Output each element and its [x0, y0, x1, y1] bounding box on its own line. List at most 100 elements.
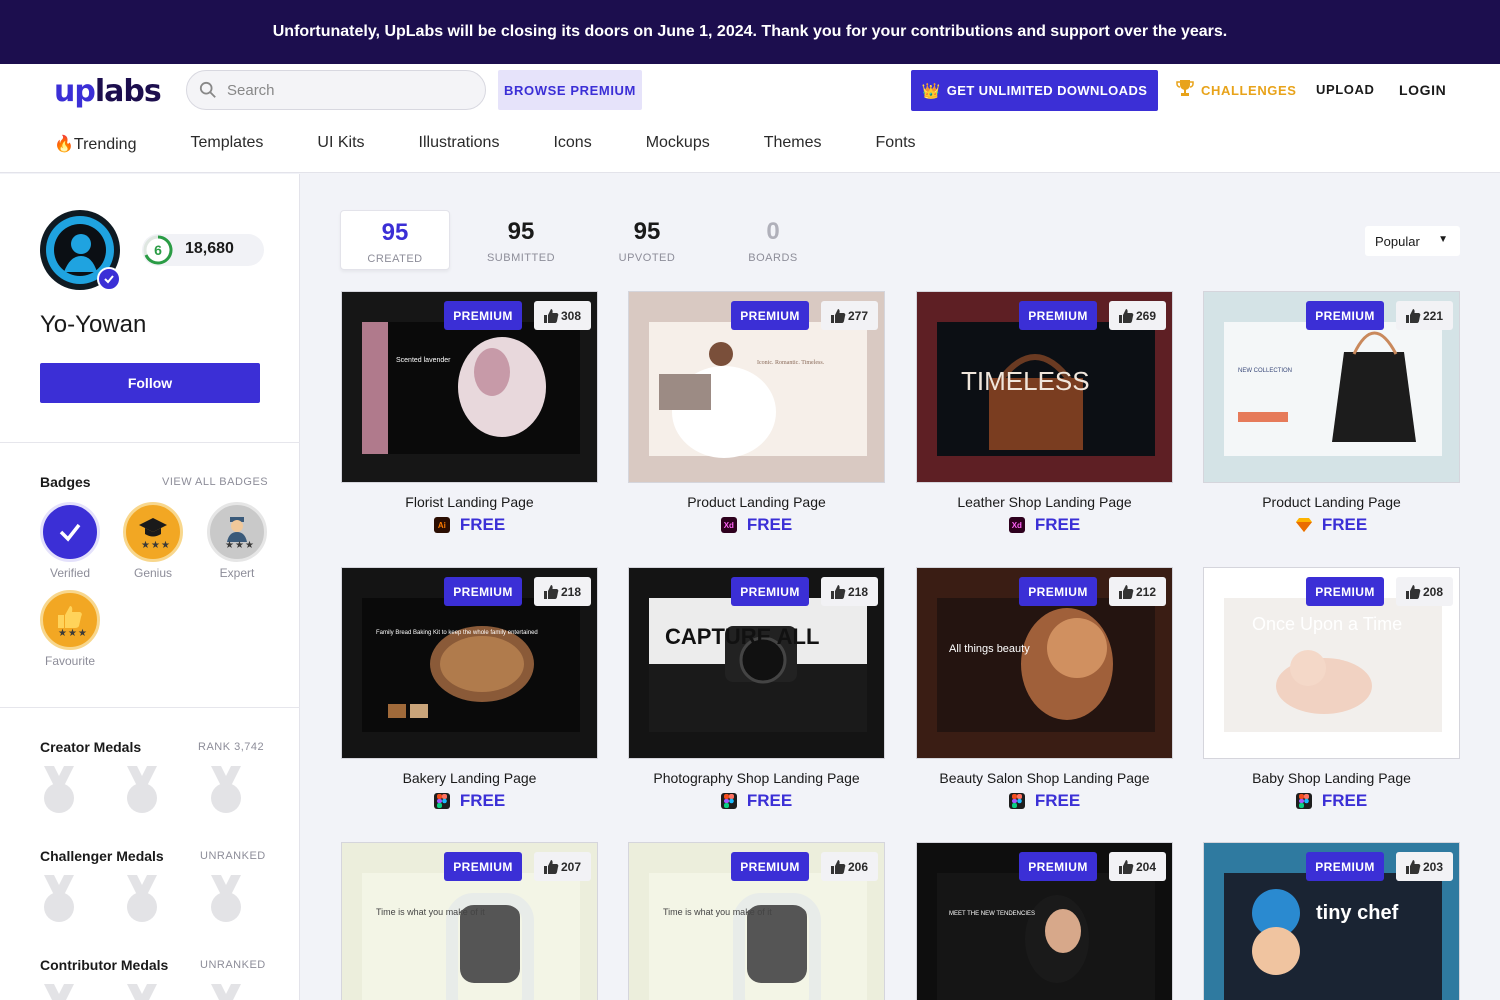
cat-templates[interactable]: Templates — [190, 134, 263, 154]
project-thumbnail[interactable]: TIMELESS PREMIUM 269 — [916, 291, 1173, 483]
stars-icon: ★★★ — [58, 628, 88, 639]
likes-button[interactable]: 221 — [1396, 301, 1453, 330]
nav-challenges[interactable]: CHALLENGES — [1175, 78, 1297, 98]
follow-button[interactable]: Follow — [40, 363, 260, 403]
likes-count: 207 — [560, 859, 582, 874]
cat-mockups[interactable]: Mockups — [646, 134, 710, 154]
badge-verified[interactable]: Verified — [40, 502, 100, 580]
project-card[interactable]: Iconic. Romantic. Timeless. PREMIUM 277 Pro… — [628, 291, 885, 541]
project-thumbnail[interactable]: Once Upon a Time PREMIUM 208 — [1203, 567, 1460, 759]
project-title[interactable]: Bakery Landing Page — [341, 770, 598, 786]
project-card[interactable]: MEET THE NEW TENDENCIES PREMIUM 204 — [916, 842, 1173, 1000]
project-title[interactable]: Product Landing Page — [1203, 494, 1460, 510]
thumbs-up-icon — [830, 308, 846, 323]
stat-caption: BOARDS — [748, 252, 798, 264]
likes-button[interactable]: 203 — [1396, 852, 1453, 881]
project-thumbnail[interactable]: Scented lavender PREMIUM 308 — [341, 291, 598, 483]
likes-button[interactable]: 207 — [534, 852, 591, 881]
cat-icons[interactable]: Icons — [553, 134, 591, 154]
figma-icon — [1295, 793, 1312, 809]
likes-button[interactable]: 206 — [821, 852, 878, 881]
tab-submitted[interactable]: 95 SUBMITTED — [466, 210, 576, 270]
likes-count: 208 — [1422, 584, 1444, 599]
medal-icon — [44, 875, 74, 922]
likes-button[interactable]: 218 — [534, 577, 591, 606]
project-thumbnail[interactable]: Time is what you make of it PREMIUM 206 — [628, 842, 885, 1000]
badge-label: Favourite — [44, 654, 96, 668]
search-input[interactable] — [227, 81, 467, 99]
tab-boards[interactable]: 0 BOARDS — [718, 210, 828, 270]
tab-created[interactable]: 95 CREATED — [340, 210, 450, 270]
project-thumbnail[interactable]: All things beauty PREMIUM 212 — [916, 567, 1173, 759]
project-thumbnail[interactable]: Family Bread Baking Kit to keep the whol… — [341, 567, 598, 759]
browse-premium-button[interactable]: BROWSE PREMIUM — [498, 70, 642, 110]
thumbnail-headline: Family Bread Baking Kit to keep the whol… — [376, 630, 538, 636]
project-card[interactable]: Family Bread Baking Kit to keep the whol… — [341, 567, 598, 817]
price-row: FREE — [1203, 791, 1460, 811]
likes-button[interactable]: 218 — [821, 577, 878, 606]
category-nav: 🔥Trending Templates UI Kits Illustration… — [54, 134, 970, 154]
likes-button[interactable]: 208 — [1396, 577, 1453, 606]
project-title[interactable]: Florist Landing Page — [341, 494, 598, 510]
thumbs-up-icon — [543, 584, 559, 599]
cat-themes[interactable]: Themes — [764, 134, 822, 154]
search-icon — [199, 81, 216, 98]
project-title[interactable]: Beauty Salon Shop Landing Page — [916, 770, 1173, 786]
likes-button[interactable]: 204 — [1109, 852, 1166, 881]
search-box[interactable] — [186, 70, 486, 110]
get-unlimited-downloads-button[interactable]: 👑 GET UNLIMITED DOWNLOADS — [911, 70, 1158, 111]
cat-trending[interactable]: 🔥Trending — [54, 134, 136, 154]
cat-ui-kits[interactable]: UI Kits — [317, 134, 364, 154]
project-thumbnail[interactable]: CAPTURE ALL PREMIUM 218 — [628, 567, 885, 759]
figma-icon — [1008, 793, 1025, 809]
thumbnail-headline: All things beauty — [949, 643, 1030, 655]
project-card[interactable]: NEW COLLECTION PREMIUM 221 Product Landing … — [1203, 291, 1460, 541]
premium-badge: PREMIUM — [1019, 577, 1097, 606]
thumbnail-headline: Scented lavender — [396, 357, 451, 364]
thumbs-up-icon — [1118, 584, 1134, 599]
likes-button[interactable]: 277 — [821, 301, 878, 330]
price-row: FREE — [628, 791, 885, 811]
project-card[interactable]: Once Upon a Time PREMIUM 208 Baby Shop Land… — [1203, 567, 1460, 817]
project-card[interactable]: Time is what you make of it PREMIUM 206 — [628, 842, 885, 1000]
thumbnail-headline: MEET THE NEW TENDENCIES — [949, 911, 1035, 917]
likes-button[interactable]: 212 — [1109, 577, 1166, 606]
nav-login[interactable]: LOGIN — [1399, 82, 1446, 98]
badge-label: Expert — [219, 566, 255, 580]
project-thumbnail[interactable]: MEET THE NEW TENDENCIES PREMIUM 204 — [916, 842, 1173, 1000]
project-title[interactable]: Baby Shop Landing Page — [1203, 770, 1460, 786]
project-card[interactable]: Time is what you make of it PREMIUM 207 — [341, 842, 598, 1000]
view-all-badges-link[interactable]: VIEW ALL BADGES — [162, 476, 268, 488]
free-label: FREE — [1321, 515, 1368, 534]
project-thumbnail[interactable]: tiny chef PREMIUM 203 — [1203, 842, 1460, 1000]
stat-number: 95 — [633, 218, 661, 245]
thumbs-up-icon — [1118, 308, 1134, 323]
project-thumbnail[interactable]: Time is what you make of it PREMIUM 207 — [341, 842, 598, 1000]
project-title[interactable]: Photography Shop Landing Page — [628, 770, 885, 786]
project-card[interactable]: TIMELESS PREMIUM 269 Leather Shop Landing P… — [916, 291, 1173, 541]
uplabs-logo[interactable]: uplabs — [54, 74, 162, 109]
project-card[interactable]: All things beauty PREMIUM 212 Beauty Salon … — [916, 567, 1173, 817]
likes-button[interactable]: 269 — [1109, 301, 1166, 330]
likes-button[interactable]: 308 — [534, 301, 591, 330]
project-card[interactable]: CAPTURE ALL PREMIUM 218 Photography Shop La… — [628, 567, 885, 817]
project-thumbnail[interactable]: NEW COLLECTION PREMIUM 221 — [1203, 291, 1460, 483]
badge-expert[interactable]: ★★★ Expert — [207, 502, 267, 580]
medal-icon — [127, 984, 157, 1000]
project-card[interactable]: Scented lavender PREMIUM 308 Florist Landin… — [341, 291, 598, 541]
premium-badge: PREMIUM — [444, 577, 522, 606]
sort-select[interactable]: Popular ▼ — [1365, 226, 1460, 256]
nav-upload[interactable]: UPLOAD — [1316, 82, 1375, 97]
logo-labs: labs — [94, 74, 162, 109]
badge-favourite[interactable]: ★★★ Favourite — [40, 590, 100, 668]
project-title[interactable]: Leather Shop Landing Page — [916, 494, 1173, 510]
project-title[interactable]: Product Landing Page — [628, 494, 885, 510]
cat-fonts[interactable]: Fonts — [876, 134, 916, 154]
premium-badge: PREMIUM — [1306, 577, 1384, 606]
cat-illustrations[interactable]: Illustrations — [419, 134, 500, 154]
project-thumbnail[interactable]: Iconic. Romantic. Timeless. PREMIUM 277 — [628, 291, 885, 483]
tab-upvoted[interactable]: 95 UPVOTED — [592, 210, 702, 270]
premium-badge: PREMIUM — [731, 852, 809, 881]
badge-genius[interactable]: ★★★ Genius — [123, 502, 183, 580]
project-card[interactable]: tiny chef PREMIUM 203 — [1203, 842, 1460, 1000]
